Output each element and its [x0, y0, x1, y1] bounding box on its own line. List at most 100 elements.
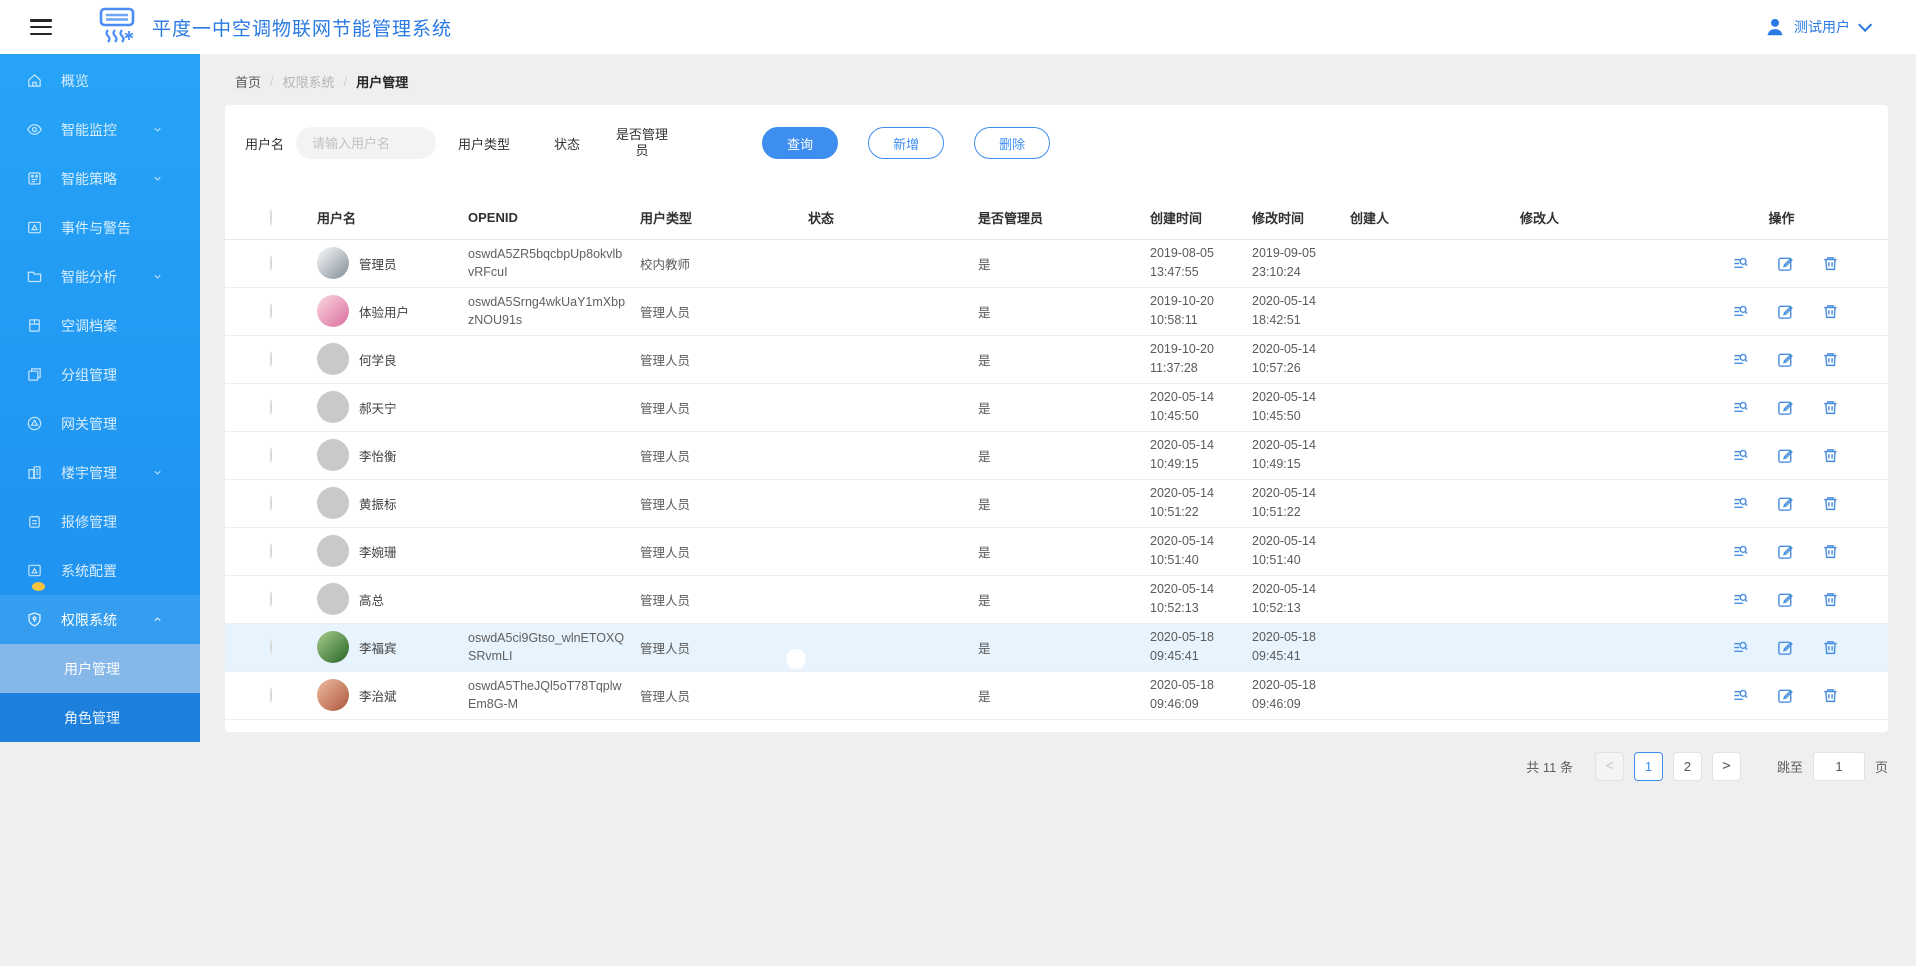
- delete-icon[interactable]: [1821, 494, 1840, 513]
- sidebar-item-analysis[interactable]: 智能分析: [0, 252, 200, 301]
- sidebar-item-group-mgmt[interactable]: 分组管理: [0, 350, 200, 399]
- table-row[interactable]: 李福宾 oswdA5ci9Gtso_wlnETOXQSRvmLI 管理人员 是 …: [225, 623, 1888, 672]
- table-row[interactable]: 李怡衡 管理人员 是 2020-05-14 10:49:15 2020-05-14…: [225, 432, 1888, 480]
- delete-icon[interactable]: [1821, 446, 1840, 465]
- folder-icon: [27, 271, 42, 283]
- delete-button[interactable]: 删除: [974, 127, 1051, 160]
- col-header-status: 状态: [808, 210, 835, 226]
- toggle-knob: [786, 313, 806, 333]
- delete-icon[interactable]: [1821, 350, 1840, 369]
- edit-icon[interactable]: [1776, 638, 1795, 657]
- sidebar-item-system-config[interactable]: 系统配置: [0, 546, 200, 595]
- row-select-radio[interactable]: [270, 639, 272, 655]
- table-row[interactable]: 李治斌 oswdA5TheJQl5oT78TqplwEm8G-M 管理人员 是 …: [225, 672, 1888, 720]
- prev-page-button[interactable]: <: [1594, 751, 1624, 781]
- edit-icon[interactable]: [1776, 686, 1795, 705]
- admin-cell: 是: [978, 449, 991, 464]
- avatar: [317, 487, 349, 519]
- table-row[interactable]: 黄振标 管理人员 是 2020-05-14 10:51:22 2020-05-14…: [225, 480, 1888, 528]
- edit-icon[interactable]: [1776, 302, 1795, 321]
- menu-toggle-icon[interactable]: [30, 19, 52, 35]
- edit-icon[interactable]: [1776, 542, 1795, 561]
- sidebar-item-ac-archive[interactable]: 空调档案: [0, 301, 200, 350]
- table-row[interactable]: 体验用户 oswdA5Srng4wkUaY1mXbpzNOU91s 管理人员 是…: [225, 288, 1888, 336]
- chevron-left-icon: <: [1605, 758, 1614, 774]
- row-select-radio[interactable]: [270, 399, 272, 415]
- delete-icon[interactable]: [1821, 398, 1840, 417]
- page-button-1[interactable]: 1: [1633, 751, 1663, 781]
- edit-icon[interactable]: [1776, 350, 1795, 369]
- view-detail-icon[interactable]: [1731, 686, 1750, 705]
- sidebar-item-label: 楼宇管理: [61, 464, 117, 481]
- delete-icon[interactable]: [1821, 590, 1840, 609]
- user-avatar-icon: [1767, 18, 1783, 36]
- view-detail-icon[interactable]: [1731, 254, 1750, 273]
- view-detail-icon[interactable]: [1731, 398, 1750, 417]
- view-detail-icon[interactable]: [1731, 590, 1750, 609]
- sidebar-item-label: 智能监控: [61, 121, 117, 138]
- table-row[interactable]: 管理员 oswdA5ZR5bqcbpUp8okvlbvRFcuI 校内教师 是 …: [225, 240, 1888, 288]
- edit-icon[interactable]: [1776, 590, 1795, 609]
- status-filter-label[interactable]: 状态: [554, 134, 580, 153]
- toggle-knob: [786, 457, 806, 477]
- view-detail-icon[interactable]: [1731, 302, 1750, 321]
- edit-icon[interactable]: [1776, 398, 1795, 417]
- breadcrumb-home[interactable]: 首页: [235, 72, 261, 91]
- username-cell: 李治斌: [359, 689, 397, 704]
- row-select-radio[interactable]: [270, 303, 272, 319]
- toggle-knob: [786, 649, 806, 669]
- admin-filter-label[interactable]: 是否管理员: [616, 127, 668, 160]
- view-detail-icon[interactable]: [1731, 350, 1750, 369]
- add-button[interactable]: 新增: [868, 127, 945, 160]
- row-select-radio[interactable]: [270, 591, 272, 607]
- view-detail-icon[interactable]: [1731, 446, 1750, 465]
- row-select-radio[interactable]: [270, 687, 272, 703]
- row-select-radio[interactable]: [270, 255, 272, 271]
- view-detail-icon[interactable]: [1731, 542, 1750, 561]
- sidebar-item-repair-mgmt[interactable]: 报修管理: [0, 497, 200, 546]
- delete-icon[interactable]: [1821, 254, 1840, 273]
- sidebar-item-monitoring[interactable]: 智能监控: [0, 105, 200, 154]
- username-cell: 何学良: [359, 353, 397, 368]
- row-select-radio[interactable]: [270, 447, 272, 463]
- username-input[interactable]: [296, 127, 437, 160]
- next-page-button[interactable]: >: [1711, 751, 1741, 781]
- table-row[interactable]: 郝天宁 管理人员 是 2020-05-14 10:45:50 2020-05-14…: [225, 384, 1888, 432]
- sidebar-item-overview[interactable]: 概览: [0, 56, 200, 105]
- table-row[interactable]: 何学良 管理人员 是 2019-10-20 11:37:28 2020-05-14…: [225, 336, 1888, 384]
- row-select-radio[interactable]: [270, 351, 272, 367]
- view-detail-icon[interactable]: [1731, 638, 1750, 657]
- row-select-radio[interactable]: [270, 543, 272, 559]
- edit-icon[interactable]: [1776, 494, 1795, 513]
- delete-icon[interactable]: [1821, 542, 1840, 561]
- sidebar-subitem-user-mgmt[interactable]: 用户管理: [0, 644, 200, 693]
- edit-icon[interactable]: [1776, 254, 1795, 273]
- view-detail-icon[interactable]: [1731, 494, 1750, 513]
- sidebar-item-events-alerts[interactable]: 事件与警告: [0, 203, 200, 252]
- settings-icon: [28, 564, 41, 577]
- sidebar-subitem-role-mgmt[interactable]: 角色管理: [0, 693, 200, 742]
- created-cell: 2020-05-18 09:46:09: [1150, 678, 1214, 711]
- user-menu[interactable]: 测试用户: [1764, 16, 1873, 38]
- select-all-radio[interactable]: [270, 208, 272, 226]
- usertype-filter-label[interactable]: 用户类型: [458, 134, 510, 153]
- sidebar-item-permission-system[interactable]: 权限系统: [0, 595, 200, 644]
- sidebar-item-gateway-mgmt[interactable]: 网关管理: [0, 399, 200, 448]
- created-cell: 2019-08-05 13:47:55: [1150, 246, 1214, 279]
- page-button-2[interactable]: 2: [1672, 751, 1702, 781]
- delete-icon[interactable]: [1821, 302, 1840, 321]
- sidebar-item-label: 智能策略: [61, 170, 117, 187]
- sidebar-item-strategy[interactable]: 智能策略: [0, 154, 200, 203]
- usertype-cell: 管理人员: [640, 593, 691, 608]
- table-row[interactable]: 李婉珊 管理人员 是 2020-05-14 10:51:40 2020-05-14…: [225, 528, 1888, 576]
- jump-to-input[interactable]: [1812, 751, 1865, 781]
- edit-icon[interactable]: [1776, 446, 1795, 465]
- delete-icon[interactable]: [1821, 686, 1840, 705]
- delete-icon[interactable]: [1821, 638, 1840, 657]
- table-row[interactable]: 高总 管理人员 是 2020-05-14 10:52:13 2020-05-14 1…: [225, 576, 1888, 624]
- row-select-radio[interactable]: [270, 495, 272, 511]
- sidebar-item-building-mgmt[interactable]: 楼宇管理: [0, 448, 200, 497]
- query-button[interactable]: 查询: [762, 127, 839, 160]
- toggle-knob: [786, 553, 806, 573]
- username-cell: 体验用户: [359, 305, 410, 320]
